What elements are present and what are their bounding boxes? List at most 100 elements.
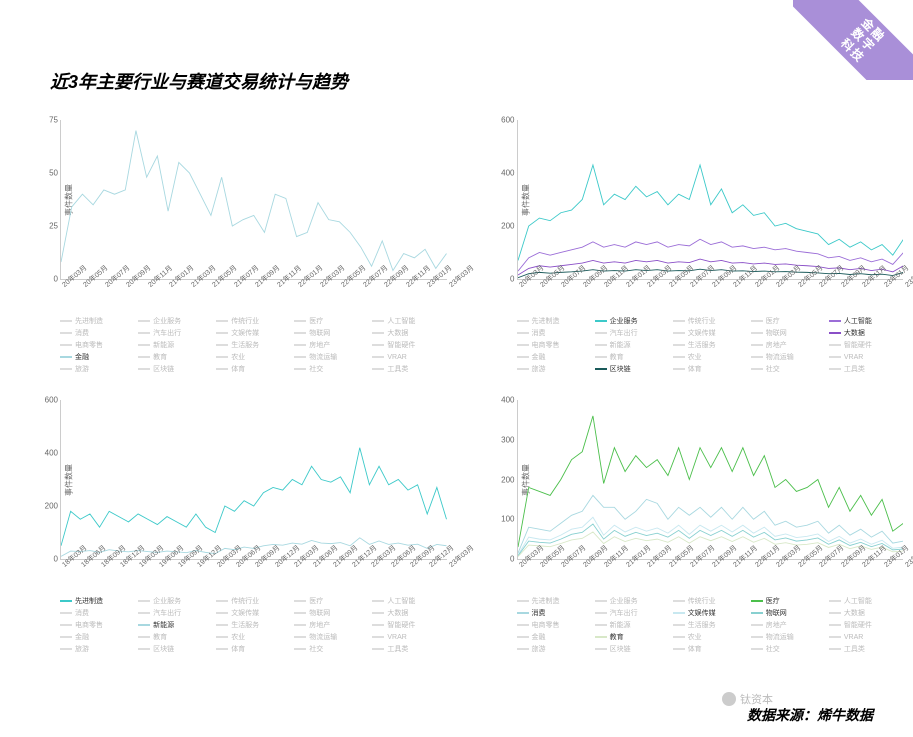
legend-item[interactable]: 社交 xyxy=(751,364,825,374)
legend-item[interactable]: 教育 xyxy=(595,352,669,362)
legend-item[interactable]: 人工智能 xyxy=(829,316,903,326)
legend-item[interactable]: 旅游 xyxy=(60,644,134,654)
legend-item[interactable]: 物联网 xyxy=(294,608,368,618)
legend-item[interactable]: 大数据 xyxy=(372,608,446,618)
legend-item[interactable]: 大数据 xyxy=(829,328,903,338)
legend-item[interactable]: 区块链 xyxy=(138,364,212,374)
legend-item[interactable]: 物联网 xyxy=(751,328,825,338)
legend-item[interactable]: 企业服务 xyxy=(595,316,669,326)
legend-item[interactable]: 社交 xyxy=(294,644,368,654)
legend-item[interactable]: 汽车出行 xyxy=(595,608,669,618)
legend-item[interactable]: 文娱传媒 xyxy=(673,608,747,618)
legend-item[interactable]: 旅游 xyxy=(517,364,591,374)
legend-item[interactable]: VRAR xyxy=(372,632,446,642)
legend-item[interactable]: 汽车出行 xyxy=(138,328,212,338)
legend-item[interactable]: 人工智能 xyxy=(372,596,446,606)
legend-item[interactable]: 智能硬件 xyxy=(829,620,903,630)
legend-item[interactable]: 企业服务 xyxy=(595,596,669,606)
legend-item[interactable]: 物联网 xyxy=(751,608,825,618)
legend-item[interactable]: 社交 xyxy=(294,364,368,374)
legend-item[interactable]: 区块链 xyxy=(138,644,212,654)
legend-item[interactable]: 新能源 xyxy=(595,340,669,350)
legend-item[interactable]: VRAR xyxy=(829,352,903,362)
legend-item[interactable]: 工具类 xyxy=(372,644,446,654)
legend-item[interactable]: 先进制造 xyxy=(60,316,134,326)
legend-item[interactable]: 房地产 xyxy=(294,340,368,350)
legend-item[interactable]: 金融 xyxy=(517,632,591,642)
legend-item[interactable]: 消费 xyxy=(60,608,134,618)
legend-item[interactable]: 教育 xyxy=(138,352,212,362)
legend-item[interactable]: 房地产 xyxy=(751,620,825,630)
legend-item[interactable]: 电商零售 xyxy=(60,620,134,630)
legend-item[interactable]: 文娱传媒 xyxy=(673,328,747,338)
legend-item[interactable]: 新能源 xyxy=(138,340,212,350)
legend-item[interactable]: 体育 xyxy=(673,644,747,654)
legend-item[interactable]: 生活服务 xyxy=(673,620,747,630)
legend-item[interactable]: 医疗 xyxy=(751,316,825,326)
legend-item[interactable]: 金融 xyxy=(60,632,134,642)
legend-item[interactable]: 体育 xyxy=(216,364,290,374)
legend-item[interactable]: 先进制造 xyxy=(60,596,134,606)
legend-item[interactable]: 房地产 xyxy=(751,340,825,350)
legend-item[interactable]: 农业 xyxy=(216,632,290,642)
legend-item[interactable]: 电商零售 xyxy=(517,620,591,630)
legend-item[interactable]: 医疗 xyxy=(751,596,825,606)
legend-item[interactable]: 生活服务 xyxy=(216,340,290,350)
legend-item[interactable]: 区块链 xyxy=(595,644,669,654)
legend-item[interactable]: 工具类 xyxy=(829,364,903,374)
legend-item[interactable]: 生活服务 xyxy=(673,340,747,350)
legend-item[interactable]: 传统行业 xyxy=(673,316,747,326)
legend-item[interactable]: 金融 xyxy=(60,352,134,362)
legend-item[interactable]: 房地产 xyxy=(294,620,368,630)
legend-item[interactable]: 大数据 xyxy=(829,608,903,618)
legend-item[interactable]: 文娱传媒 xyxy=(216,328,290,338)
legend-item[interactable]: 新能源 xyxy=(138,620,212,630)
legend-item[interactable]: VRAR xyxy=(372,352,446,362)
legend-item[interactable]: 教育 xyxy=(138,632,212,642)
legend-item[interactable]: 人工智能 xyxy=(829,596,903,606)
legend-item[interactable]: 农业 xyxy=(216,352,290,362)
legend-item[interactable]: 体育 xyxy=(673,364,747,374)
legend-item[interactable]: 智能硬件 xyxy=(829,340,903,350)
legend-item[interactable]: 物流运输 xyxy=(751,632,825,642)
legend-item[interactable]: 汽车出行 xyxy=(138,608,212,618)
legend-item[interactable]: 电商零售 xyxy=(60,340,134,350)
legend-item[interactable]: 新能源 xyxy=(595,620,669,630)
legend-item[interactable]: 先进制造 xyxy=(517,316,591,326)
legend-item[interactable]: 社交 xyxy=(751,644,825,654)
legend-item[interactable]: 体育 xyxy=(216,644,290,654)
legend-item[interactable]: 物联网 xyxy=(294,328,368,338)
legend-item[interactable]: 金融 xyxy=(517,352,591,362)
legend-item[interactable]: 企业服务 xyxy=(138,596,212,606)
legend-item[interactable]: 汽车出行 xyxy=(595,328,669,338)
legend-item[interactable]: 消费 xyxy=(60,328,134,338)
legend-item[interactable]: 物流运输 xyxy=(294,352,368,362)
legend-item[interactable]: 传统行业 xyxy=(216,316,290,326)
legend-item[interactable]: 农业 xyxy=(673,352,747,362)
legend-item[interactable]: 工具类 xyxy=(829,644,903,654)
legend-item[interactable]: 医疗 xyxy=(294,316,368,326)
legend-item[interactable]: 农业 xyxy=(673,632,747,642)
legend-item[interactable]: 区块链 xyxy=(595,364,669,374)
legend-item[interactable]: 物流运输 xyxy=(751,352,825,362)
legend-item[interactable]: 旅游 xyxy=(60,364,134,374)
legend-item[interactable]: 消费 xyxy=(517,608,591,618)
legend-item[interactable]: 智能硬件 xyxy=(372,340,446,350)
legend-item[interactable]: 人工智能 xyxy=(372,316,446,326)
legend-item[interactable]: 工具类 xyxy=(372,364,446,374)
legend-item[interactable]: 企业服务 xyxy=(138,316,212,326)
legend-item[interactable]: 大数据 xyxy=(372,328,446,338)
legend-item[interactable]: VRAR xyxy=(829,632,903,642)
legend-item[interactable]: 先进制造 xyxy=(517,596,591,606)
legend-item[interactable]: 智能硬件 xyxy=(372,620,446,630)
legend-item[interactable]: 生活服务 xyxy=(216,620,290,630)
legend-item[interactable]: 旅游 xyxy=(517,644,591,654)
legend-item[interactable]: 电商零售 xyxy=(517,340,591,350)
legend-item[interactable]: 物流运输 xyxy=(294,632,368,642)
legend-item[interactable]: 教育 xyxy=(595,632,669,642)
legend-item[interactable]: 传统行业 xyxy=(673,596,747,606)
legend-item[interactable]: 传统行业 xyxy=(216,596,290,606)
legend-item[interactable]: 医疗 xyxy=(294,596,368,606)
legend-item[interactable]: 消费 xyxy=(517,328,591,338)
legend-item[interactable]: 文娱传媒 xyxy=(216,608,290,618)
